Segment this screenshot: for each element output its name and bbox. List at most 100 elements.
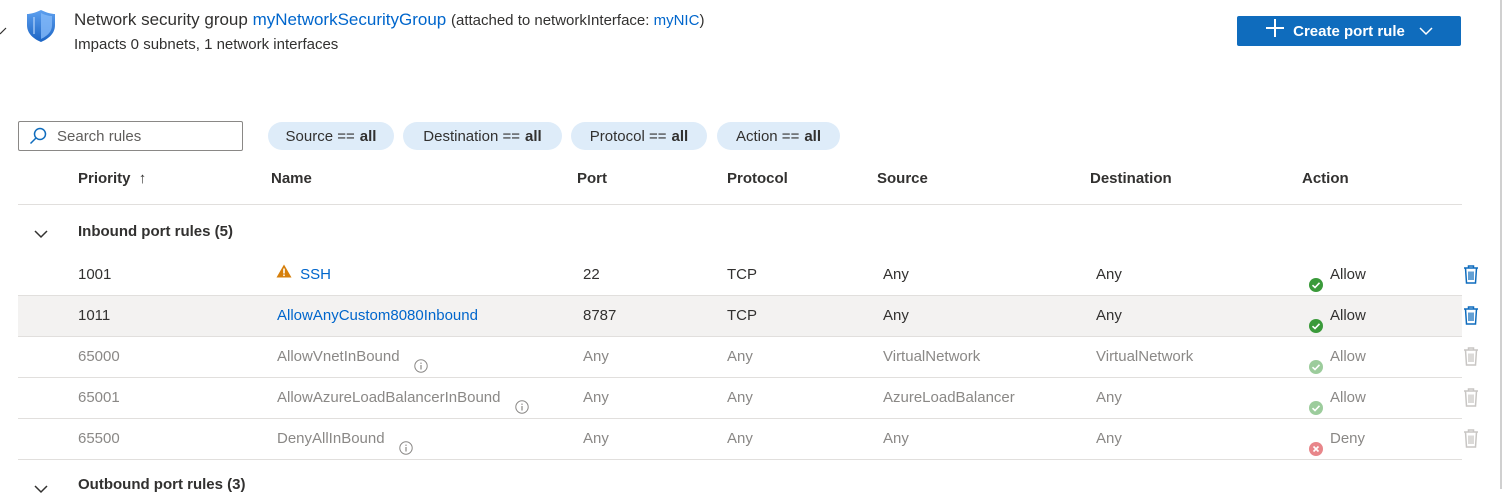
action-label: Allow [1330, 389, 1366, 406]
rule-destination: Any [1096, 389, 1122, 406]
rule-source: Any [883, 430, 909, 447]
action-label: Allow [1330, 307, 1366, 324]
rule-source: Any [883, 307, 909, 324]
nic-name-link[interactable]: myNIC [654, 12, 700, 29]
rule-port: Any [583, 348, 609, 365]
table-row[interactable]: 65001 AllowAzureLoadBalancerInBound Any … [18, 378, 1478, 418]
create-port-rule-button[interactable]: Create port rule [1237, 16, 1461, 46]
rule-name: AllowAzureLoadBalancerInBound [277, 389, 501, 406]
column-header-protocol[interactable]: Protocol [727, 170, 788, 187]
attached-suffix: ) [699, 12, 705, 29]
filter-pill-source[interactable]: Source == all [268, 122, 394, 150]
info-icon[interactable] [414, 349, 428, 373]
title-prefix: Network security group [74, 10, 248, 29]
rule-source: Any [883, 266, 909, 283]
column-header-port[interactable]: Port [577, 170, 607, 187]
rule-destination: Any [1096, 266, 1122, 283]
delete-trash-icon-disabled [1463, 387, 1479, 407]
search-rules-box[interactable] [18, 121, 243, 151]
rule-protocol: Any [727, 348, 753, 365]
chevron-down-icon[interactable] [34, 481, 48, 494]
rule-port: Any [583, 389, 609, 406]
rule-source: AzureLoadBalancer [883, 389, 1015, 406]
page-title: Network security group myNetworkSecurity… [74, 10, 704, 30]
table-row[interactable]: 1001 SSH 22 TCP Any Any Allow [18, 255, 1478, 295]
rule-destination: Any [1096, 307, 1122, 324]
pill-key: Action == [735, 127, 800, 145]
column-header-priority[interactable]: Priority ↑ [78, 170, 146, 187]
rule-priority: 65500 [78, 430, 120, 447]
column-header-source[interactable]: Source [877, 170, 928, 187]
info-icon[interactable] [514, 390, 529, 414]
rule-priority: 1001 [78, 266, 112, 283]
chevron-down-icon[interactable] [34, 226, 48, 239]
nsg-name-link[interactable]: myNetworkSecurityGroup [253, 10, 447, 29]
filter-pill-action[interactable]: Action == all [717, 122, 840, 150]
table-row[interactable]: 1011 AllowAnyCustom8080Inbound 8787 TCP … [18, 296, 1478, 336]
priority-header-label: Priority [78, 170, 131, 187]
rule-port: Any [583, 430, 609, 447]
pill-key: Source == [285, 127, 355, 145]
header-divider [18, 204, 1462, 205]
rule-action: Allow [1309, 255, 1366, 295]
rule-action: Allow [1309, 296, 1366, 336]
pill-value: all [804, 127, 822, 145]
impact-summary: Impacts 0 subnets, 1 network interfaces [74, 36, 339, 53]
rule-action: Allow [1309, 337, 1366, 377]
rule-name-cell: DenyAllInBound [277, 419, 413, 459]
create-port-rule-label: Create port rule [1293, 22, 1405, 40]
rule-action: Deny [1309, 419, 1365, 459]
rule-port: 8787 [583, 307, 617, 324]
inbound-group-label[interactable]: Inbound port rules (5) [78, 223, 233, 240]
search-icon [29, 127, 47, 145]
rule-protocol: TCP [727, 307, 757, 324]
chevron-down-icon [1419, 23, 1433, 40]
filter-pill-destination[interactable]: Destination == all [403, 122, 562, 150]
rule-name-link[interactable]: SSH [300, 266, 331, 283]
rule-protocol: TCP [727, 266, 757, 283]
pill-value: all [359, 127, 377, 145]
delete-trash-icon-disabled [1463, 428, 1479, 448]
delete-trash-icon[interactable] [1463, 305, 1479, 325]
column-header-destination[interactable]: Destination [1090, 170, 1172, 187]
delete-trash-icon[interactable] [1463, 264, 1479, 284]
deny-x-icon [1309, 432, 1323, 456]
rule-name-cell: AllowAzureLoadBalancerInBound [277, 378, 529, 418]
rule-destination: Any [1096, 430, 1122, 447]
pill-key: Protocol == [589, 127, 667, 145]
info-icon[interactable] [399, 431, 413, 455]
allow-check-icon [1309, 309, 1323, 333]
rule-name: DenyAllInBound [277, 430, 385, 447]
table-row[interactable]: 65500 DenyAllInBound Any Any Any Any Den… [18, 419, 1478, 459]
rule-priority: 65000 [78, 348, 120, 365]
table-row[interactable]: 65000 AllowVnetInBound Any Any VirtualNe… [18, 337, 1478, 377]
rule-protocol: Any [727, 389, 753, 406]
rule-name-cell: AllowVnetInBound [277, 337, 428, 377]
rule-destination: VirtualNetwork [1096, 348, 1194, 365]
column-header-action[interactable]: Action [1302, 170, 1349, 187]
column-header-name[interactable]: Name [271, 170, 312, 187]
rule-action: Allow [1309, 378, 1366, 418]
rule-priority: 1011 [78, 307, 111, 324]
action-label: Allow [1330, 266, 1366, 283]
outbound-group-label[interactable]: Outbound port rules (3) [78, 476, 245, 493]
allow-check-icon [1309, 350, 1323, 374]
rule-name-cell: SSH [276, 255, 331, 295]
shield-icon [24, 8, 58, 44]
action-label: Allow [1330, 348, 1366, 365]
delete-trash-icon-disabled [1463, 346, 1479, 366]
rule-name-link[interactable]: AllowAnyCustom8080Inbound [277, 296, 478, 336]
search-input[interactable] [55, 126, 229, 146]
scrollbar-track[interactable] [1500, 0, 1502, 489]
rule-name: AllowVnetInBound [277, 348, 400, 365]
allow-check-icon [1309, 391, 1323, 415]
allow-check-icon [1309, 268, 1323, 292]
sort-ascending-icon: ↑ [138, 170, 147, 187]
action-label: Deny [1330, 430, 1366, 447]
pill-value: all [525, 127, 542, 145]
filter-pill-protocol[interactable]: Protocol == all [571, 122, 707, 150]
pill-key: Destination == [423, 127, 521, 145]
pill-value: all [671, 127, 689, 145]
rule-port: 22 [583, 266, 600, 283]
collapse-edge-icon [0, 22, 8, 35]
